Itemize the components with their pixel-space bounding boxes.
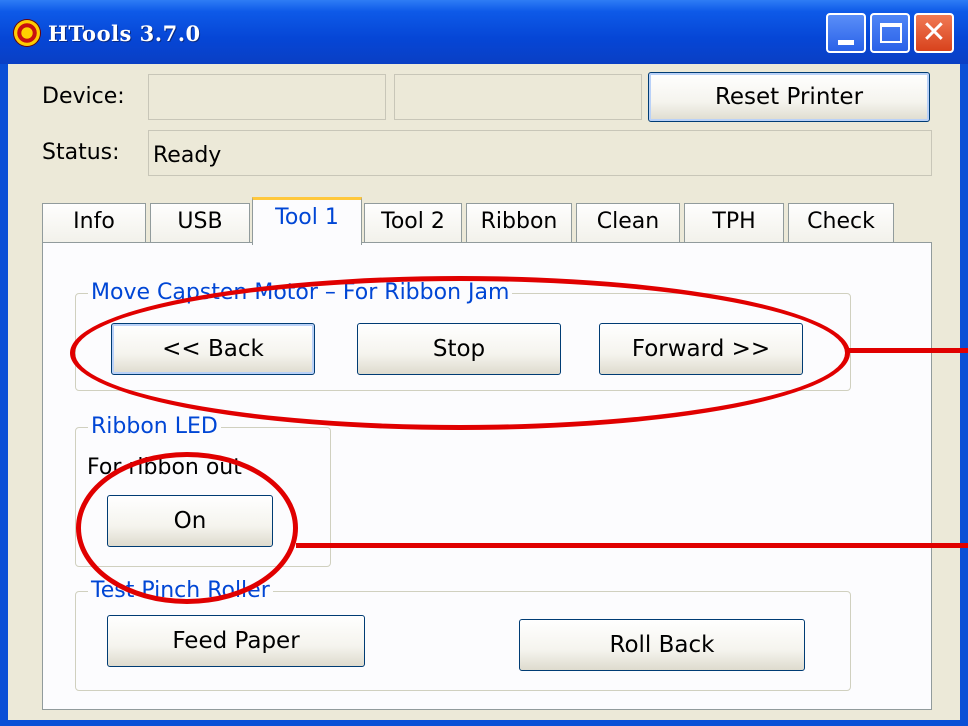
close-icon: ✕ bbox=[921, 15, 947, 50]
tab-info[interactable]: Info bbox=[42, 203, 146, 243]
annotation-ellipse-capstan bbox=[70, 276, 850, 430]
app-window: HTools 3.7.0 ✕ Device: Reset Printer Sta… bbox=[0, 0, 968, 726]
status-label: Status: bbox=[42, 140, 120, 165]
tab-tph[interactable]: TPH bbox=[684, 203, 784, 243]
annotation-ellipse-led bbox=[76, 452, 298, 604]
status-field: Ready bbox=[148, 130, 932, 176]
reset-printer-button[interactable]: Reset Printer bbox=[648, 72, 930, 122]
maximize-button[interactable] bbox=[870, 13, 910, 53]
device-label: Device: bbox=[42, 84, 125, 109]
device-field-2 bbox=[394, 74, 642, 120]
feed-paper-button[interactable]: Feed Paper bbox=[107, 615, 365, 667]
tab-usb[interactable]: USB bbox=[150, 203, 250, 243]
device-field-1 bbox=[148, 74, 386, 120]
window-title: HTools 3.7.0 bbox=[48, 21, 201, 46]
tab-ribbon[interactable]: Ribbon bbox=[466, 203, 572, 243]
minimize-icon bbox=[838, 40, 854, 45]
app-logo-icon bbox=[14, 20, 40, 46]
tab-check[interactable]: Check bbox=[788, 203, 894, 243]
tab-tool1[interactable]: Tool 1 bbox=[252, 197, 362, 245]
tab-strip: Info USB Tool 1 Tool 2 Ribbon Clean TPH … bbox=[42, 197, 922, 245]
ribbon-led-title: Ribbon LED bbox=[88, 414, 221, 439]
minimize-button[interactable] bbox=[826, 13, 866, 53]
tab-clean[interactable]: Clean bbox=[576, 203, 680, 243]
status-value: Ready bbox=[153, 143, 222, 168]
title-bar[interactable]: HTools 3.7.0 ✕ bbox=[0, 0, 968, 64]
close-button[interactable]: ✕ bbox=[914, 13, 954, 53]
annotation-line-capstan bbox=[848, 348, 968, 353]
tab-tool2[interactable]: Tool 2 bbox=[364, 203, 462, 243]
maximize-icon bbox=[880, 23, 902, 43]
annotation-line-led bbox=[296, 543, 968, 548]
roll-back-button[interactable]: Roll Back bbox=[519, 619, 805, 671]
